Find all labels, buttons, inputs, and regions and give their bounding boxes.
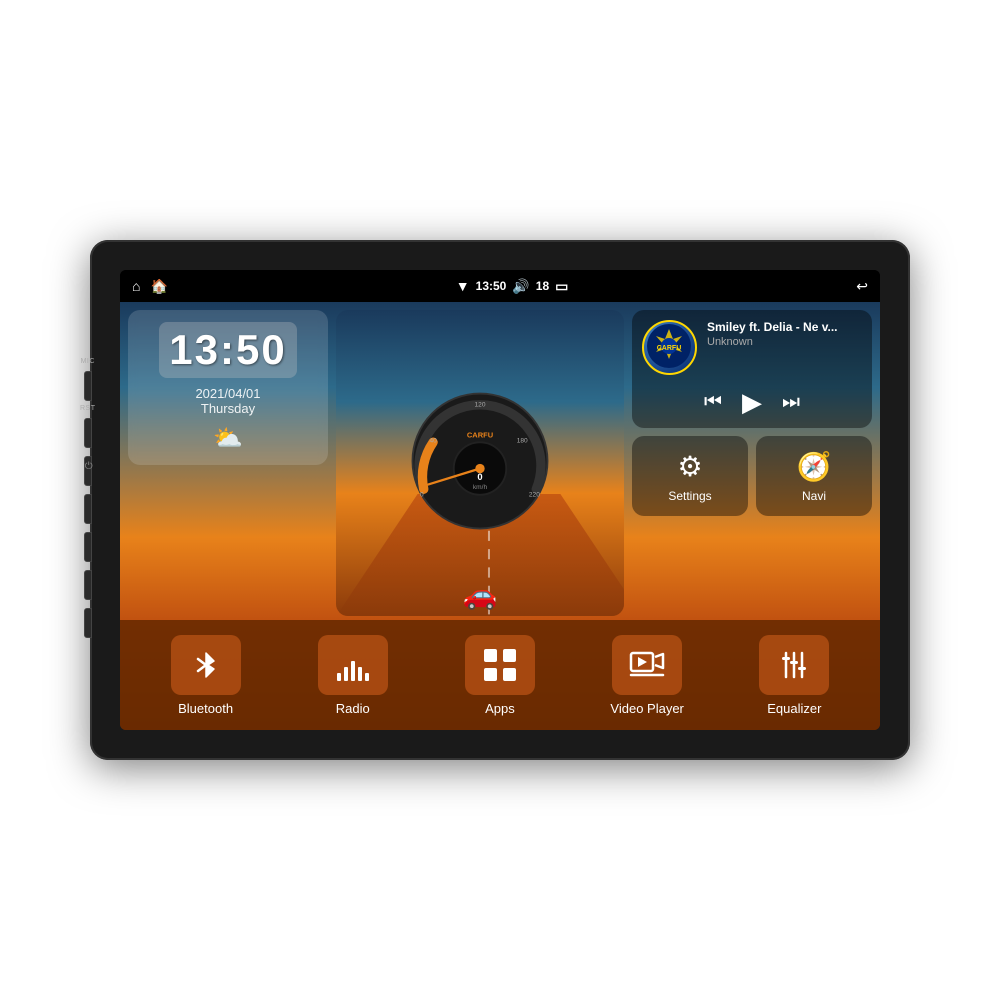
vol-up-button[interactable]: [84, 570, 92, 600]
apps-button[interactable]: Apps: [450, 635, 550, 716]
car-head-unit: MIC RST ⏻ ⌂ 🏠 ▼ 13:50 🔊 18 ▭: [90, 240, 910, 760]
music-artist: Unknown: [707, 336, 862, 348]
battery-icon: ▭: [555, 278, 568, 295]
clock-widget: 13:50 2021/04/01 Thursday ⛅: [128, 310, 328, 465]
car-icon: 🚗: [463, 578, 498, 611]
status-bar: ⌂ 🏠 ▼ 13:50 🔊 18 ▭ ↩: [120, 270, 880, 302]
music-info: Smiley ft. Delia - Ne v... Unknown: [707, 320, 862, 348]
main-content: 13:50 2021/04/01 Thursday ⛅: [120, 302, 880, 730]
video-player-button[interactable]: Video Player: [597, 635, 697, 716]
bluetooth-icon-box: [171, 635, 241, 695]
radio-icon: [335, 649, 371, 681]
apps-icon: [482, 647, 518, 683]
home2-icon[interactable]: 🏠: [150, 278, 167, 295]
volume-icon: 🔊: [512, 278, 529, 295]
weather-icon: ⛅: [213, 424, 243, 453]
video-player-label: Video Player: [610, 701, 683, 716]
next-button[interactable]: ⏭: [782, 391, 800, 414]
radio-button[interactable]: Radio: [303, 635, 403, 716]
screen: ⌂ 🏠 ▼ 13:50 🔊 18 ▭ ↩ 13:50: [120, 270, 880, 730]
svg-text:220: 220: [529, 491, 540, 498]
equalizer-icon-box: [759, 635, 829, 695]
bluetooth-label: Bluetooth: [178, 701, 233, 716]
left-column: 13:50 2021/04/01 Thursday ⛅: [128, 310, 328, 616]
svg-text:180: 180: [517, 437, 528, 444]
radio-label: Radio: [336, 701, 370, 716]
music-top: CARFU Smiley ft. Delia - Ne v... Unknown: [642, 320, 862, 375]
apps-label: Apps: [485, 701, 515, 716]
navi-button[interactable]: 🧭 Navi: [756, 436, 872, 516]
status-right: ↩: [856, 278, 868, 295]
right-column: CARFU Smiley ft. Delia - Ne v... Unknown…: [632, 310, 872, 616]
side-button-panel: MIC RST ⏻: [80, 358, 96, 642]
video-icon-box: [612, 635, 682, 695]
apps-icon-box: [465, 635, 535, 695]
home-icon[interactable]: ⌂: [132, 278, 140, 294]
rst-label: RST: [80, 405, 96, 412]
navi-label: Navi: [802, 489, 826, 503]
svg-text:CARFU: CARFU: [657, 345, 682, 352]
clock-date: 2021/04/01 Thursday: [195, 386, 260, 416]
svg-text:0: 0: [477, 471, 482, 481]
play-button[interactable]: ▶: [742, 387, 762, 418]
date-value: 2021/04/01: [195, 386, 260, 401]
svg-text:km/h: km/h: [473, 484, 488, 491]
svg-text:0: 0: [420, 491, 424, 498]
day-value: Thursday: [201, 401, 255, 416]
music-controls: ⏮ ▶ ⏭: [642, 387, 862, 418]
equalizer-label: Equalizer: [767, 701, 821, 716]
status-center: ▼ 13:50 🔊 18 ▭: [456, 278, 569, 295]
top-section: 13:50 2021/04/01 Thursday ⛅: [120, 302, 880, 620]
mic-button[interactable]: [84, 371, 92, 401]
settings-label: Settings: [668, 489, 711, 503]
speedo-svg: 0 40 120 180 220 0: [405, 386, 555, 536]
speedometer: 0 40 120 180 220 0: [405, 386, 555, 541]
power-button[interactable]: ⏻: [84, 456, 92, 486]
settings-button[interactable]: ⚙ Settings: [632, 436, 748, 516]
settings-icon: ⚙: [677, 450, 702, 483]
album-art: CARFU: [642, 320, 697, 375]
mic-label: MIC: [81, 358, 95, 365]
back-icon[interactable]: ↩: [856, 278, 868, 295]
settings-navi-row: ⚙ Settings 🧭 Navi: [632, 436, 872, 516]
bottom-bar: Bluetooth Radio: [120, 620, 880, 730]
video-player-icon: [629, 649, 665, 681]
vol-down-button[interactable]: [84, 608, 92, 638]
status-left: ⌂ 🏠: [132, 278, 168, 295]
rst-button[interactable]: [84, 418, 92, 448]
equalizer-icon: [776, 649, 812, 681]
prev-button[interactable]: ⏮: [704, 391, 722, 414]
equalizer-button[interactable]: Equalizer: [744, 635, 844, 716]
carfu-logo-text: CARFU: [647, 324, 692, 371]
center-column: 0 40 120 180 220 0: [336, 310, 624, 616]
svg-text:40: 40: [429, 437, 437, 444]
svg-text:120: 120: [475, 401, 486, 408]
navi-icon: 🧭: [797, 450, 832, 483]
radio-icon-box: [318, 635, 388, 695]
home-side-button[interactable]: [84, 494, 92, 524]
wifi-icon: ▼: [456, 278, 470, 294]
back-side-button[interactable]: [84, 532, 92, 562]
status-time: 13:50: [476, 279, 507, 293]
music-title: Smiley ft. Delia - Ne v...: [707, 320, 862, 334]
bluetooth-button[interactable]: Bluetooth: [156, 635, 256, 716]
road-scene: 0 40 120 180 220 0: [336, 310, 624, 616]
power-icon: ⏻: [85, 461, 91, 472]
music-widget: CARFU Smiley ft. Delia - Ne v... Unknown…: [632, 310, 872, 428]
volume-level: 18: [536, 279, 549, 293]
bluetooth-icon: [190, 649, 222, 681]
clock-time: 13:50: [159, 322, 296, 378]
svg-text:CARFU: CARFU: [467, 430, 493, 439]
